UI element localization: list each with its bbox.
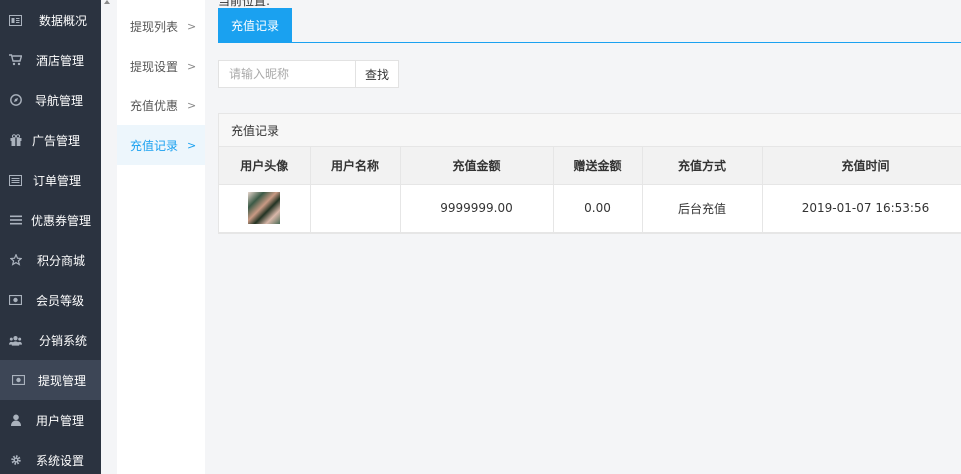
time-cell: 2019-01-07 16:53:56 bbox=[762, 184, 961, 233]
sidebar-item-settings[interactable]: 系统设置 bbox=[0, 440, 101, 474]
search-button[interactable]: 查找 bbox=[355, 60, 399, 88]
gear-icon bbox=[9, 454, 22, 467]
sidebar-item-label: 广告管理 bbox=[32, 133, 81, 148]
sidebar-item-label: 会员等级 bbox=[36, 293, 85, 308]
bonus-cell: 0.00 bbox=[553, 184, 643, 233]
column-header: 赠送金额 bbox=[553, 147, 643, 185]
sidebar-item-label: 优惠券管理 bbox=[31, 213, 92, 228]
menu-icon bbox=[9, 214, 22, 227]
sidebar-item-label: 提现管理 bbox=[38, 373, 87, 388]
sidebar-item-label: 分销系统 bbox=[39, 333, 88, 348]
chevron-right-icon: > bbox=[187, 19, 197, 33]
scrollbar[interactable] bbox=[101, 0, 117, 474]
avatar-cell bbox=[219, 184, 311, 233]
records-table: 用户头像 用户名称 充值金额 赠送金额 充值方式 充值时间 9999999.00… bbox=[219, 147, 961, 233]
sidebar-item-label: 酒店管理 bbox=[36, 53, 85, 68]
sidebar-item-label: 订单管理 bbox=[33, 173, 82, 188]
sidebar-item-label: 系统设置 bbox=[36, 453, 85, 468]
table-row: 9999999.00 0.00 后台充值 2019-01-07 16:53:56 bbox=[219, 184, 961, 233]
search-input[interactable] bbox=[218, 60, 355, 88]
column-header: 充值时间 bbox=[762, 147, 961, 185]
submenu-item-label: 充值优惠 bbox=[130, 98, 179, 113]
submenu-item-label: 提现列表 bbox=[130, 19, 179, 34]
method-cell: 后台充值 bbox=[642, 184, 763, 233]
column-header: 充值方式 bbox=[642, 147, 763, 185]
tab-recharge-records[interactable]: 充值记录 bbox=[218, 8, 292, 42]
sidebar-item-orders[interactable]: 订单管理 bbox=[0, 160, 101, 200]
sidebar-item-label: 导航管理 bbox=[35, 93, 84, 108]
submenu-item-recharge-offers[interactable]: 充值优惠 > bbox=[117, 85, 205, 125]
users-icon bbox=[9, 334, 22, 347]
amount-cell: 9999999.00 bbox=[400, 184, 554, 233]
scroll-up-icon[interactable] bbox=[104, 0, 110, 4]
submenu-item-withdraw-settings[interactable]: 提现设置 > bbox=[117, 46, 205, 86]
main-content: 当前位置: 充值记录 查找 充值记录 用户头像 用户名称 充值金额 赠送金额 充… bbox=[205, 0, 961, 474]
money-icon bbox=[9, 294, 22, 307]
table-header-row: 用户头像 用户名称 充值金额 赠送金额 充值方式 充值时间 bbox=[219, 147, 961, 185]
sidebar-item-ads[interactable]: 广告管理 bbox=[0, 120, 101, 160]
sidebar-item-points-mall[interactable]: 积分商城 bbox=[0, 240, 101, 280]
sidebar-item-coupons[interactable]: 优惠券管理 bbox=[0, 200, 101, 240]
star-icon bbox=[9, 254, 22, 267]
compass-icon bbox=[9, 94, 22, 107]
sidebar-item-withdraw[interactable]: 提现管理 bbox=[0, 360, 101, 400]
submenu-item-label: 充值记录 bbox=[130, 138, 179, 153]
column-header: 用户名称 bbox=[310, 147, 401, 185]
cart-icon bbox=[9, 54, 22, 67]
user-icon bbox=[9, 414, 22, 427]
sidebar-item-users[interactable]: 用户管理 bbox=[0, 400, 101, 440]
list-icon bbox=[9, 174, 22, 187]
dashboard-icon bbox=[9, 14, 22, 27]
submenu: 提现列表 > 提现设置 > 充值优惠 > 充值记录 > bbox=[117, 0, 205, 474]
recharge-records-panel: 充值记录 用户头像 用户名称 充值金额 赠送金额 充值方式 充值时间 99999… bbox=[218, 113, 961, 234]
sidebar-item-label: 积分商城 bbox=[37, 253, 86, 268]
sidebar-item-label: 用户管理 bbox=[36, 413, 85, 428]
sidebar-item-dashboard[interactable]: 数据概况 bbox=[0, 0, 101, 40]
sidebar-item-nav[interactable]: 导航管理 bbox=[0, 80, 101, 120]
sidebar: 数据概况 酒店管理 导航管理 广告管理 订单管理 优惠券管理 积分商城 会员等级… bbox=[0, 0, 101, 474]
gift-icon bbox=[9, 134, 22, 147]
tab-bar: 充值记录 bbox=[218, 8, 961, 43]
sidebar-item-distribution[interactable]: 分销系统 bbox=[0, 320, 101, 360]
chevron-right-icon: > bbox=[187, 98, 197, 112]
submenu-item-label: 提现设置 bbox=[130, 59, 179, 74]
chevron-right-icon: > bbox=[187, 59, 197, 73]
username-cell bbox=[310, 184, 401, 233]
panel-title: 充值记录 bbox=[219, 114, 961, 147]
sidebar-item-label: 数据概况 bbox=[39, 13, 88, 28]
submenu-item-recharge-records[interactable]: 充值记录 > bbox=[117, 125, 205, 165]
submenu-item-withdraw-list[interactable]: 提现列表 > bbox=[117, 6, 205, 46]
sidebar-item-hotel[interactable]: 酒店管理 bbox=[0, 40, 101, 80]
avatar bbox=[248, 192, 281, 224]
chevron-right-icon: > bbox=[187, 138, 197, 152]
column-header: 充值金额 bbox=[400, 147, 554, 185]
money-icon bbox=[12, 374, 25, 387]
sidebar-item-member-level[interactable]: 会员等级 bbox=[0, 280, 101, 320]
column-header: 用户头像 bbox=[219, 147, 311, 185]
